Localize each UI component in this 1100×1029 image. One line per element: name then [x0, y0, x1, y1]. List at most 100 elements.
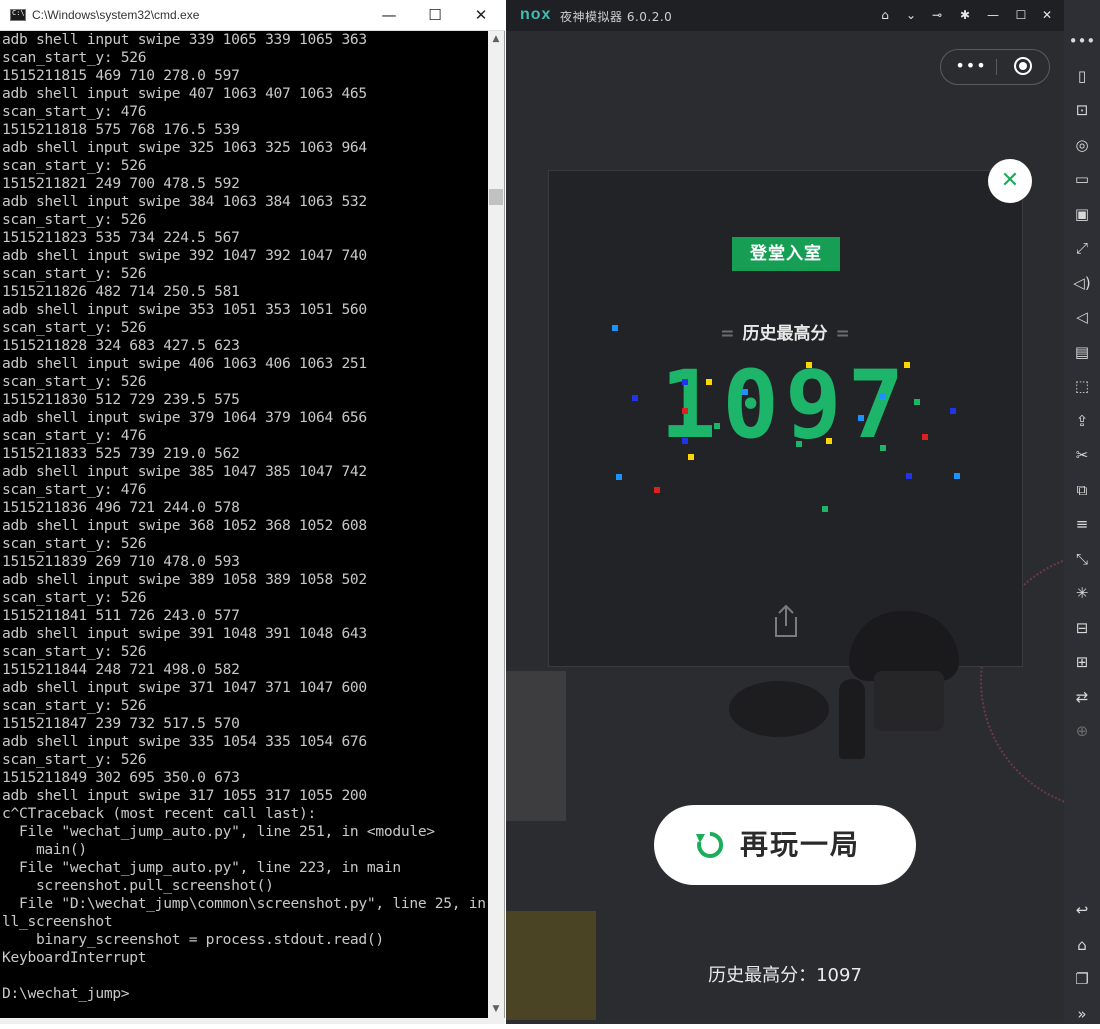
console-line: adb shell input swipe 379 1064 379 1064 … — [2, 409, 367, 426]
console-line: 1515211826 482 714 250.5 581 — [2, 283, 240, 300]
settings-icon[interactable]: ✱ — [952, 0, 978, 31]
console-line: scan_start_y: 476 — [2, 427, 147, 444]
console-line: adb shell input swipe 391 1048 391 1048 … — [2, 625, 367, 642]
keyboard-icon[interactable]: ▭ — [1064, 164, 1100, 194]
console-line: adb shell input swipe 406 1063 406 1063 … — [2, 355, 367, 372]
android-home-icon[interactable]: ⌂ — [1064, 930, 1100, 960]
console-line: scan_start_y: 526 — [2, 211, 147, 228]
confetti — [880, 445, 886, 451]
confetti — [682, 379, 688, 385]
decor-bars: = — [720, 324, 735, 344]
scroll-down-icon[interactable]: ▼ — [488, 1001, 504, 1018]
replay-label: 再玩一局 — [740, 828, 861, 861]
multi-instance-icon[interactable]: ⧉ — [1064, 475, 1100, 505]
confetti — [714, 423, 720, 429]
console-line: scan_start_y: 526 — [2, 157, 147, 174]
exit-miniprogram-icon[interactable] — [1014, 57, 1032, 75]
macro-icon[interactable]: ⊞ — [1064, 647, 1100, 677]
menu-icon[interactable]: ≡ — [1064, 509, 1100, 539]
record-icon[interactable]: ⊟ — [1064, 613, 1100, 643]
nox-titlebar[interactable]: nox 夜神模拟器 6.0.2.0 ⌂ ⌄ ⊸ ✱ — ☐ ✕ — [506, 0, 1064, 31]
console-scrollbar[interactable]: ▲ ▼ — [488, 31, 504, 1018]
confetti — [914, 399, 920, 405]
scroll-up-icon[interactable]: ▲ — [488, 31, 504, 48]
console-line: 1515211841 511 726 243.0 577 — [2, 607, 240, 624]
toolbox-icon[interactable]: ▤ — [1064, 337, 1100, 367]
robot-icon[interactable]: ⊡ — [1064, 95, 1100, 125]
console-line: scan_start_y: 526 — [2, 319, 147, 336]
console-output[interactable]: adb shell input swipe 339 1065 339 1065 … — [0, 31, 488, 1018]
volume-down-icon[interactable]: ◁ — [1064, 302, 1100, 332]
confetti — [906, 473, 912, 479]
screenshot-icon[interactable]: ⬚ — [1064, 371, 1100, 401]
confetti — [682, 408, 688, 414]
console-line: File "D:\wechat_jump\common\screenshot.p… — [2, 895, 488, 912]
more-icon[interactable]: ••• — [951, 50, 991, 84]
replay-icon — [696, 831, 724, 858]
pin-icon[interactable]: ⊸ — [924, 0, 950, 31]
confetti — [612, 325, 618, 331]
share-icon[interactable] — [770, 603, 802, 639]
console-line: scan_start_y: 526 — [2, 643, 147, 660]
scroll-thumb[interactable] — [489, 189, 503, 205]
phone-screen[interactable]: ••• ✕ 登堂入室 = 历史最高分 = 1097 再玩一局 历史最高分：109… — [506, 31, 1064, 1020]
volume-up-icon[interactable]: ◁) — [1064, 268, 1100, 298]
replay-button[interactable]: 再玩一局 — [654, 805, 916, 885]
console-line: 1515211844 248 721 498.0 582 — [2, 661, 240, 678]
console-line: adb shell input swipe 384 1063 384 1063 … — [2, 193, 367, 210]
console-line: c^CTraceback (most recent call last): — [2, 805, 316, 822]
console-line: adb shell input swipe 371 1047 371 1047 … — [2, 679, 367, 696]
minimize-icon[interactable]: — — [366, 0, 412, 31]
loading-icon[interactable]: ✳ — [1064, 578, 1100, 608]
nox-emulator-window: nox 夜神模拟器 6.0.2.0 ⌂ ⌄ ⊸ ✱ — ☐ ✕ ••• ✕ 登堂… — [506, 0, 1100, 1024]
confetti — [654, 487, 660, 493]
shake-icon[interactable]: ▯ — [1064, 61, 1100, 91]
cmd-app-icon — [10, 9, 26, 21]
console-line: adb shell input swipe 335 1054 335 1054 … — [2, 733, 367, 750]
cmd-titlebar[interactable]: C:\Windows\system32\cmd.exe — ☐ ✕ — [0, 0, 505, 31]
console-line: scan_start_y: 526 — [2, 373, 147, 390]
console-line: scan_start_y: 526 — [2, 751, 147, 768]
decor-bars: = — [835, 324, 850, 344]
resize-icon[interactable]: ⤡ — [1064, 544, 1100, 574]
console-line: scan_start_y: 476 — [2, 103, 147, 120]
close-card-button[interactable]: ✕ — [988, 159, 1032, 203]
confetti — [954, 473, 960, 479]
background-block — [506, 671, 566, 821]
chevron-down-icon[interactable]: ⌄ — [898, 0, 924, 31]
gamepad-icon[interactable]: ▣ — [1064, 199, 1100, 229]
best-score-label: 历史最高分 — [742, 324, 828, 344]
cmd-window: C:\Windows\system32\cmd.exe — ☐ ✕ adb sh… — [0, 0, 505, 1024]
add-icon[interactable]: ⊕ — [1064, 716, 1100, 746]
console-lines: adb shell input swipe 339 1065 339 1065 … — [2, 31, 488, 1003]
expand-icon[interactable]: » — [1064, 999, 1100, 1029]
location-icon[interactable]: ◎ — [1064, 130, 1100, 160]
back-icon[interactable]: ↩ — [1064, 895, 1100, 925]
more-icon[interactable]: ••• — [1064, 26, 1100, 56]
apk-install-icon[interactable]: ⇪ — [1064, 406, 1100, 436]
close-icon[interactable]: ✕ — [458, 0, 504, 31]
console-line: 1515211818 575 768 176.5 539 — [2, 121, 240, 138]
minimize-icon[interactable]: — — [980, 0, 1006, 31]
console-line: D:\wechat_jump> — [2, 985, 130, 1002]
platform-shape — [729, 681, 829, 737]
best-score-heading: = 历史最高分 = — [506, 319, 1064, 344]
console-line: main() — [2, 841, 87, 858]
console-line: adb shell input swipe 407 1063 407 1063 … — [2, 85, 367, 102]
cmd-bottom-border — [0, 1018, 505, 1024]
sync-icon[interactable]: ⇄ — [1064, 682, 1100, 712]
maximize-icon[interactable]: ☐ — [1008, 0, 1034, 31]
scissors-icon[interactable]: ✂ — [1064, 440, 1100, 470]
recent-apps-icon[interactable]: ❐ — [1064, 964, 1100, 994]
console-line: 1515211836 496 721 244.0 578 — [2, 499, 240, 516]
console-line: File "wechat_jump_auto.py", line 251, in… — [2, 823, 435, 840]
cmd-window-title: C:\Windows\system32\cmd.exe — [32, 8, 200, 22]
close-icon[interactable]: ✕ — [1034, 0, 1060, 31]
home-icon[interactable]: ⌂ — [872, 0, 898, 31]
fullscreen-icon[interactable]: ⤢ — [1064, 233, 1100, 263]
maximize-icon[interactable]: ☐ — [412, 0, 458, 31]
console-line: 1515211830 512 729 239.5 575 — [2, 391, 240, 408]
console-line: 1515211821 249 700 478.5 592 — [2, 175, 240, 192]
console-line: 1515211815 469 710 278.0 597 — [2, 67, 240, 84]
confetti — [706, 379, 712, 385]
